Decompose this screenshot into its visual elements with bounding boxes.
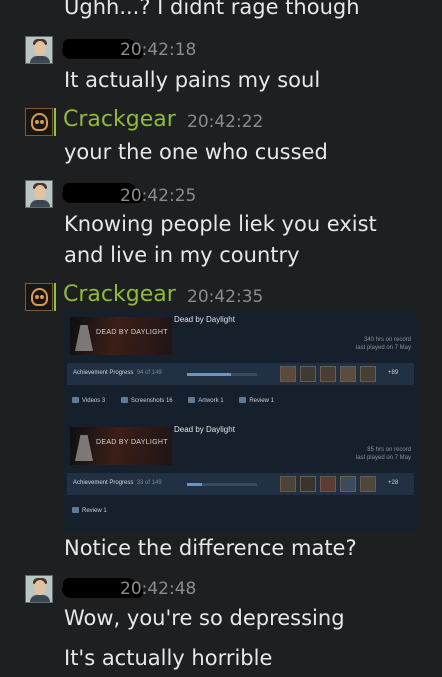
screenshot-icon: [120, 397, 128, 403]
achievement-icon[interactable]: [300, 476, 316, 492]
achievement-icon[interactable]: [360, 476, 376, 492]
user-avatar[interactable]: [25, 575, 53, 603]
game-banner-image[interactable]: DEAD BY DAYLIGHT: [70, 317, 172, 355]
videos-link[interactable]: Videos 3: [72, 397, 105, 404]
achievement-row[interactable]: Achievement Progress 33 of 149 +28: [67, 473, 414, 495]
achievement-icon[interactable]: [340, 476, 356, 492]
reviews-link[interactable]: Review 1: [72, 507, 107, 514]
message-text: Knowing people liek you exist: [64, 212, 377, 236]
banner-logo: DEAD BY DAYLIGHT: [96, 329, 168, 336]
banner-logo: DEAD BY DAYLIGHT: [96, 439, 168, 446]
timestamp: 20:42:25: [120, 186, 197, 206]
more-achievements[interactable]: +89: [388, 370, 398, 376]
achievement-progress-bar: [187, 483, 257, 486]
showcase-stats: Review 1: [72, 507, 121, 514]
game-banner-image[interactable]: DEAD BY DAYLIGHT: [70, 427, 172, 465]
achievement-progress-bar: [187, 373, 257, 376]
artwork-icon: [188, 397, 196, 403]
achievement-icon[interactable]: [340, 366, 356, 382]
timestamp: 20:42:18: [120, 40, 197, 60]
showcase-stats: Videos 3 Screenshots 16 Artwork 1 Review…: [72, 397, 288, 404]
last-played: last played on 7 May: [355, 345, 411, 351]
message-text: Ughh...? I didnt rage though: [64, 0, 360, 19]
review-icon: [72, 507, 79, 513]
timestamp: 20:42:22: [187, 112, 264, 132]
game-showcase-card[interactable]: DEAD BY DAYLIGHT Dead by Daylight 85 hrs…: [64, 421, 417, 531]
skull-icon: [31, 113, 48, 131]
hours-on-record: 340 hrs on record: [363, 337, 411, 343]
user-avatar[interactable]: [25, 36, 53, 64]
user-avatar[interactable]: [25, 180, 53, 208]
review-icon: [239, 397, 247, 403]
message-text: your the one who cussed: [64, 140, 328, 164]
artwork-link[interactable]: Artwork 1: [188, 397, 224, 404]
achievement-icon[interactable]: [280, 476, 296, 492]
crackgear-avatar[interactable]: [25, 108, 53, 136]
achievement-icon[interactable]: [280, 366, 296, 382]
achievement-label: Achievement Progress 94 of 149: [73, 370, 162, 376]
game-title[interactable]: Dead by Daylight: [174, 425, 235, 434]
achievement-icon[interactable]: [320, 366, 336, 382]
more-achievements[interactable]: +28: [388, 480, 398, 486]
sender-name[interactable]: Crackgear: [63, 107, 176, 132]
message-text: Notice the difference mate?: [64, 536, 357, 560]
ingame-status-bar: [54, 108, 56, 136]
achievement-icon[interactable]: [300, 366, 316, 382]
message-text: and live in my country: [64, 243, 300, 267]
skull-icon: [31, 288, 48, 306]
achievement-icon[interactable]: [360, 366, 376, 382]
video-icon: [72, 397, 79, 403]
ingame-status-bar: [54, 283, 56, 311]
game-showcase-card[interactable]: DEAD BY DAYLIGHT Dead by Daylight 340 hr…: [64, 311, 417, 421]
hours-on-record: 85 hrs on record: [367, 447, 411, 453]
message-text: It actually pains my soul: [64, 68, 321, 92]
achievement-icon[interactable]: [320, 476, 336, 492]
timestamp: 20:42:35: [187, 287, 264, 307]
crackgear-avatar[interactable]: [25, 283, 53, 311]
achievement-label: Achievement Progress 33 of 149: [73, 480, 162, 486]
message-text: It's actually horrible: [64, 646, 273, 670]
reviews-link[interactable]: Review 1: [239, 397, 274, 404]
timestamp: 20:42:48: [120, 579, 197, 599]
last-played: last played on 7 May: [355, 455, 411, 461]
game-title[interactable]: Dead by Daylight: [174, 315, 235, 324]
sender-name[interactable]: Crackgear: [63, 282, 176, 307]
chat-log: Ughh...? I didnt rage though 20:42:18 It…: [0, 0, 442, 677]
message-text: Wow, you're so depressing: [64, 606, 345, 630]
achievement-row[interactable]: Achievement Progress 94 of 149 +89: [67, 363, 414, 385]
screenshots-link[interactable]: Screenshots 16: [120, 397, 173, 404]
